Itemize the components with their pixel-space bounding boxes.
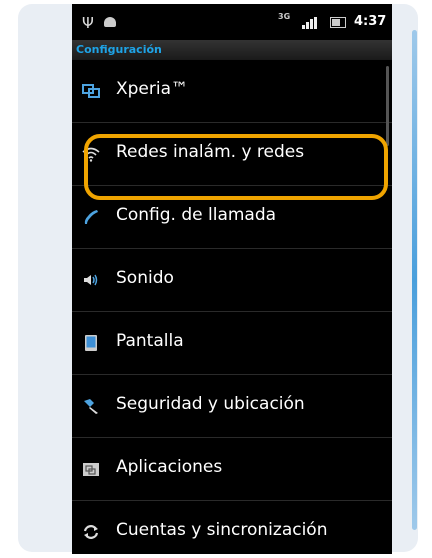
display-icon — [85, 335, 97, 351]
highlight-outline — [84, 134, 388, 200]
network-type-label: 3G — [278, 12, 291, 21]
battery-icon — [330, 17, 346, 28]
settings-item-label: Seguridad y ubicación — [116, 394, 305, 414]
status-time: 4:37 — [354, 14, 387, 29]
settings-item-label: Aplicaciones — [116, 457, 223, 477]
settings-item-apps[interactable]: Aplicaciones — [72, 438, 392, 501]
phone-handset-icon — [84, 210, 98, 224]
settings-item-label: Pantalla — [116, 331, 184, 351]
android-icon — [104, 17, 116, 27]
settings-item-label: Sonido — [116, 268, 174, 288]
settings-item-label: Cuentas y sincronización — [116, 520, 328, 540]
card-edge-accent — [412, 30, 417, 530]
sync-icon — [83, 525, 99, 539]
apps-icon — [83, 463, 99, 476]
scrollbar[interactable] — [386, 66, 389, 146]
phone-screen: Ψ 3G 4:37 Configuración Xperia™ Redes in… — [72, 4, 392, 554]
status-bar: Ψ 3G 4:37 — [72, 4, 392, 40]
security-icon — [84, 399, 98, 414]
settings-item-label: Config. de llamada — [116, 205, 277, 225]
settings-item-sound[interactable]: Sonido — [72, 249, 392, 312]
speaker-icon — [84, 274, 98, 286]
page-title: Configuración — [72, 40, 392, 60]
settings-item-xperia[interactable]: Xperia™ — [72, 60, 392, 123]
settings-item-label: Xperia™ — [116, 79, 189, 99]
signal-icon — [302, 17, 318, 29]
settings-item-accounts[interactable]: Cuentas y sincronización — [72, 501, 392, 554]
settings-item-security[interactable]: Seguridad y ubicación — [72, 375, 392, 438]
xperia-icon — [82, 84, 100, 98]
settings-item-display[interactable]: Pantalla — [72, 312, 392, 375]
usb-icon: Ψ — [82, 14, 94, 32]
